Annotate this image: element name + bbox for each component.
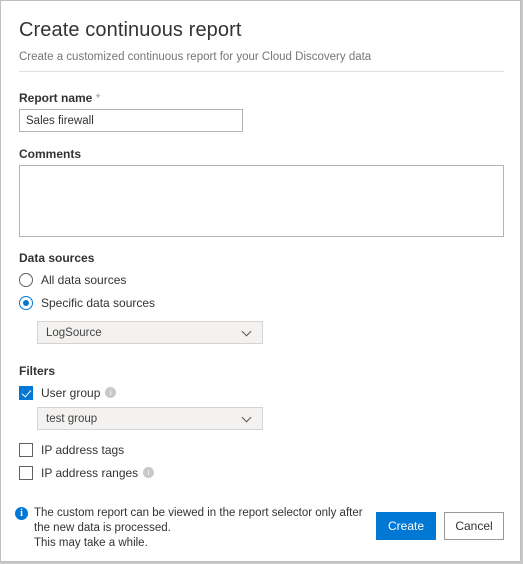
comments-textarea[interactable] [19,165,504,237]
filters-label: Filters [19,364,56,378]
info-icon [15,507,28,520]
radio-specific-data-sources[interactable]: Specific data sources [19,294,155,312]
info-icon[interactable] [143,467,155,478]
checkbox-user-group-label: User group [41,386,117,400]
checkbox-ip-address-ranges-text: IP address ranges [41,466,139,480]
report-name-label-text: Report name [19,91,93,105]
header-divider [19,71,504,72]
chevron-down-icon [243,328,252,337]
cancel-button[interactable]: Cancel [444,512,504,540]
checkbox-ip-address-tags-label: IP address tags [41,443,125,457]
chevron-down-icon [243,414,252,423]
radio-specific-data-sources-label: Specific data sources [41,296,156,310]
data-source-dropdown-value: LogSource [46,326,102,339]
footer-note-line-3: This may take a while. [34,537,148,549]
checkbox-icon-unchecked [19,443,33,457]
checkbox-icon-checked [19,386,33,400]
footer-note-line-2: data is processed. [77,522,171,534]
user-group-dropdown-value: test group [46,412,98,425]
radio-all-data-sources[interactable]: All data sources [19,271,126,289]
checkbox-ip-address-ranges[interactable]: IP address ranges [19,464,155,482]
comments-label: Comments [19,147,82,161]
page-subtitle: Create a customized continuous report fo… [19,51,372,63]
data-sources-label: Data sources [19,251,95,265]
data-source-dropdown[interactable]: LogSource [37,321,263,344]
footer-note: The custom report can be viewed in the r… [34,506,364,551]
info-icon[interactable] [105,387,117,398]
radio-icon-unselected [19,273,33,287]
page-title: Create continuous report [19,19,242,41]
checkbox-ip-address-tags[interactable]: IP address tags [19,441,124,459]
checkbox-user-group[interactable]: User group [19,384,117,402]
checkbox-user-group-text: User group [41,386,101,400]
required-marker: * [95,91,101,105]
user-group-dropdown[interactable]: test group [37,407,263,430]
radio-all-data-sources-label: All data sources [41,273,127,287]
checkbox-ip-address-ranges-label: IP address ranges [41,466,155,480]
report-name-label: Report name * [19,91,100,105]
report-name-input[interactable] [19,109,243,132]
create-button[interactable]: Create [376,512,436,540]
create-continuous-report-dialog: Create continuous report Create a custom… [0,0,521,562]
radio-icon-selected [19,296,33,310]
checkbox-icon-unchecked [19,466,33,480]
